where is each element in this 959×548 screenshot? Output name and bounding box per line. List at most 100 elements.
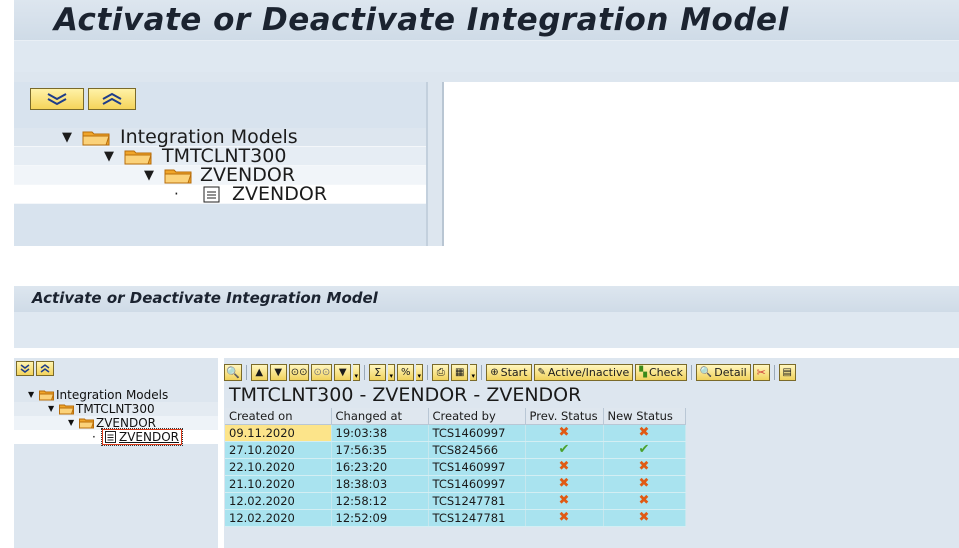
check-button[interactable]: ▚ Check (635, 364, 687, 381)
cell-prev-status[interactable]: ✖ (525, 424, 604, 442)
cell-new-status[interactable]: ✔ (603, 441, 686, 459)
cell-new-status[interactable]: ✖ (603, 475, 686, 493)
top-screen: Activate or Deactivate Integration Model… (14, 0, 959, 246)
filter-icon: ▼ (338, 367, 347, 378)
detail-button[interactable]: 🔍 Detail (695, 364, 751, 381)
cell-created-by[interactable]: TCS824566 (428, 441, 526, 459)
page-title: Activate or Deactivate Integration Model (54, 2, 789, 38)
expand-all-icon (47, 93, 67, 106)
expand-all-button[interactable] (16, 361, 34, 376)
cell-created-on[interactable]: 12.02.2020 (225, 509, 332, 527)
cell-new-status[interactable]: ✖ (603, 509, 686, 527)
find-next-button[interactable]: ⊙⊙ (311, 364, 333, 381)
collapse-all-button[interactable] (88, 88, 136, 110)
subtotal-button[interactable]: % (397, 364, 415, 381)
subtotal-dropdown[interactable]: ▾ (416, 364, 424, 381)
sort-ascending-button[interactable]: ▲ (250, 364, 268, 381)
status-inactive-icon: ✖ (638, 425, 650, 440)
cell-created-on[interactable]: 09.11.2020 (225, 424, 332, 442)
start-button[interactable]: ⊕ Start (486, 364, 532, 381)
table-row[interactable]: 09.11.2020 19:03:38 TCS1460997 ✖ ✖ (225, 424, 686, 442)
cell-changed-at[interactable]: 17:56:35 (331, 441, 429, 459)
table-header-row: Created on Changed at Created by Prev. S… (225, 408, 686, 425)
check-icon: ▚ (639, 367, 647, 378)
expanded-arrow-icon[interactable]: ▼ (28, 388, 34, 402)
cell-new-status[interactable]: ✖ (603, 492, 686, 510)
column-header-created-on[interactable]: Created on (225, 408, 332, 425)
binoculars-icon: ⊙⊙ (290, 367, 308, 378)
sum-dropdown[interactable]: ▾ (388, 364, 396, 381)
cell-prev-status[interactable]: ✔ (525, 441, 604, 459)
folder-icon (82, 131, 110, 146)
cell-prev-status[interactable]: ✖ (525, 492, 604, 510)
cell-changed-at[interactable]: 12:52:09 (331, 509, 429, 527)
cell-prev-status[interactable]: ✖ (525, 475, 604, 493)
cell-created-by[interactable]: TCS1460997 (428, 424, 526, 442)
selected-node[interactable]: ZVENDOR (100, 428, 184, 446)
tree-node-zvendor-model[interactable]: · ZVENDOR (14, 185, 426, 204)
tree-node-zvendor-folder[interactable]: ▼ ZVENDOR (14, 166, 426, 185)
cell-created-on[interactable]: 22.10.2020 (225, 458, 332, 476)
folder-icon (124, 150, 152, 165)
cell-new-status[interactable]: ✖ (603, 458, 686, 476)
expanded-arrow-icon[interactable]: ▼ (48, 402, 54, 416)
document-icon (105, 431, 116, 443)
table-body: 09.11.2020 19:03:38 TCS1460997 ✖ ✖ 27.10.2020… (225, 424, 686, 527)
cell-changed-at[interactable]: 18:38:03 (331, 475, 429, 493)
cell-changed-at[interactable]: 19:03:38 (331, 424, 429, 442)
table-row[interactable]: 12.02.2020 12:58:12 TCS1247781 ✖ ✖ (225, 492, 686, 510)
details-button[interactable]: 🔍 (224, 364, 242, 381)
cell-changed-at[interactable]: 16:23:20 (331, 458, 429, 476)
views-dropdown[interactable]: ▾ (470, 364, 478, 381)
cell-created-on[interactable]: 21.10.2020 (225, 475, 332, 493)
tree-node-zvendor-model[interactable]: · ZVENDOR (14, 428, 218, 446)
overflow-button[interactable]: ▤ (778, 364, 796, 381)
alv-toolbar: 🔍 ▲ ▼ ⊙⊙ ⊙⊙ ▼ ▾ Σ ▾ % ▾ ⎙ ▦ ▾ ⊕ Start ✎ Active… (224, 358, 959, 382)
tree-node-zvendor-folder[interactable]: ▼ ZVENDOR (14, 416, 218, 430)
cell-new-status[interactable]: ✖ (603, 424, 686, 442)
cell-created-on[interactable]: 12.02.2020 (225, 492, 332, 510)
status-inactive-icon: ✖ (558, 476, 570, 491)
tree-node-tmtclnt300[interactable]: ▼ TMTCLNT300 (14, 402, 218, 416)
status-inactive-icon: ✖ (558, 425, 570, 440)
sum-button[interactable]: Σ (369, 364, 387, 381)
cut-button[interactable]: ✂ (752, 364, 770, 381)
expanded-arrow-icon[interactable]: ▼ (104, 147, 114, 166)
scissors-icon: ✂ (756, 366, 766, 379)
printer-icon: ⎙ (436, 367, 445, 378)
execute-icon: ⊕ (490, 367, 499, 378)
table-row[interactable]: 22.10.2020 16:23:20 TCS1460997 ✖ ✖ (225, 458, 686, 476)
table-row[interactable]: 12.02.2020 12:52:09 TCS1247781 ✖ ✖ (225, 509, 686, 527)
cell-created-by[interactable]: TCS1460997 (428, 458, 526, 476)
column-header-created-by[interactable]: Created by (428, 408, 526, 425)
print-button[interactable]: ⎙ (432, 364, 450, 381)
cell-prev-status[interactable]: ✖ (525, 509, 604, 527)
expanded-arrow-icon[interactable]: ▼ (62, 128, 72, 147)
expand-all-button[interactable] (30, 88, 84, 110)
filter-dropdown[interactable]: ▾ (353, 364, 361, 381)
grid-title: TMTCLNT300 - ZVENDOR - ZVENDOR (229, 384, 582, 406)
expanded-arrow-icon[interactable]: ▼ (68, 416, 74, 430)
cell-created-on[interactable]: 27.10.2020 (225, 441, 332, 459)
views-button[interactable]: ▦ (451, 364, 469, 381)
sort-descending-button[interactable]: ▼ (269, 364, 287, 381)
status-inactive-icon: ✖ (638, 459, 650, 474)
column-header-prev-status[interactable]: Prev. Status (525, 408, 604, 425)
cell-created-by[interactable]: TCS1247781 (428, 509, 526, 527)
find-button[interactable]: ⊙⊙ (288, 364, 310, 381)
cell-changed-at[interactable]: 12:58:12 (331, 492, 429, 510)
collapse-all-button[interactable] (36, 361, 54, 376)
tree-node-integration-models[interactable]: ▼ Integration Models (14, 388, 218, 402)
filter-button[interactable]: ▼ (334, 364, 352, 381)
grid-view-icon: ▦ (455, 367, 465, 378)
active-inactive-button[interactable]: ✎ Active/Inactive (533, 364, 634, 381)
table-row[interactable]: 27.10.2020 17:56:35 TCS824566 ✔ ✔ (225, 441, 686, 459)
splitter[interactable] (430, 82, 440, 246)
column-header-new-status[interactable]: New Status (603, 408, 686, 425)
cell-created-by[interactable]: TCS1460997 (428, 475, 526, 493)
cell-created-by[interactable]: TCS1247781 (428, 492, 526, 510)
cell-prev-status[interactable]: ✖ (525, 458, 604, 476)
table-row[interactable]: 21.10.2020 18:38:03 TCS1460997 ✖ ✖ (225, 475, 686, 493)
expanded-arrow-icon[interactable]: ▼ (144, 166, 154, 185)
column-header-changed-at[interactable]: Changed at (331, 408, 429, 425)
